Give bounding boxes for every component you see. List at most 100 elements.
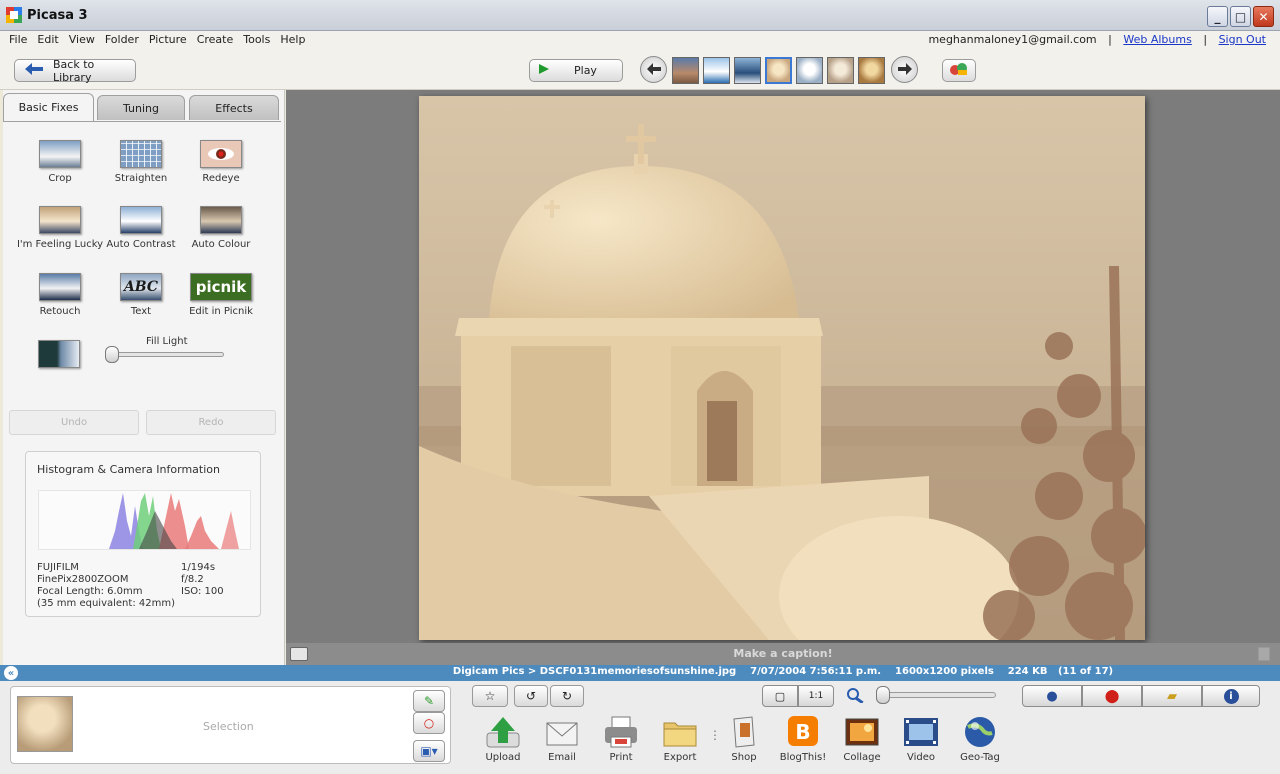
geo-tag-label: Geo-Tag (960, 752, 1000, 763)
fit-icon: ▢ (774, 689, 786, 703)
next-image-button[interactable] (891, 56, 918, 83)
auto-colour-icon (200, 206, 242, 234)
menu-folder[interactable]: Folder (100, 33, 144, 46)
menu-file[interactable]: File (4, 33, 32, 46)
undo-button[interactable]: Undo (9, 410, 139, 435)
retouch-tool[interactable]: Retouch (19, 273, 101, 329)
photo-viewer (286, 90, 1280, 643)
zoom-slider-handle[interactable] (876, 686, 890, 704)
menu-view[interactable]: View (64, 33, 100, 46)
rotate-right-button[interactable]: ↻ (550, 685, 584, 707)
straighten-tool[interactable]: Straighten (100, 140, 182, 196)
fit-button[interactable]: ▢ (762, 685, 798, 707)
tab-tuning[interactable]: Tuning (97, 95, 185, 120)
actual-size-button[interactable]: 1:1 (798, 685, 834, 707)
places-button[interactable]: ⬤ (1082, 685, 1142, 707)
redeye-tool[interactable]: Redeye (180, 140, 262, 196)
add-to-album-button[interactable]: ▣▾ (413, 740, 445, 762)
web-albums-link[interactable]: Web Albums (1123, 33, 1191, 46)
menu-picture[interactable]: Picture (144, 33, 192, 46)
print-label: Print (609, 752, 633, 763)
video-label: Video (906, 752, 936, 763)
previous-image-button[interactable] (640, 56, 667, 83)
left-arrow-icon (25, 63, 43, 78)
tab-basic-fixes[interactable]: Basic Fixes (3, 93, 94, 121)
menu-create[interactable]: Create (192, 33, 239, 46)
rotate-left-button[interactable]: ↺ (514, 685, 548, 707)
back-to-library-button[interactable]: Back to Library (14, 58, 136, 84)
blogthis-label: BlogThis! (779, 752, 827, 763)
people-button[interactable]: ● (1022, 685, 1082, 707)
auto-contrast-tool[interactable]: Auto Contrast (100, 206, 182, 262)
selection-thumbnail[interactable] (17, 696, 73, 752)
zoom-slider[interactable] (876, 692, 996, 698)
export-action[interactable]: Export (653, 715, 707, 763)
filmstrip-thumbnail[interactable] (827, 57, 854, 84)
selection-label: Selection (203, 720, 254, 733)
export-label: Export (663, 752, 697, 763)
blogthis-action[interactable]: B BlogThis! (776, 715, 830, 763)
caption-input[interactable]: Make a caption! (286, 647, 1280, 660)
tab-effects[interactable]: Effects (189, 95, 279, 120)
clear-selection-button[interactable]: ○ (413, 712, 445, 734)
blogger-icon: B (785, 715, 821, 749)
star-icon: ☆ (484, 689, 496, 703)
left-arrow-icon (646, 61, 661, 79)
title-bar: Picasa 3 _ □ ✕ (0, 0, 1280, 31)
fill-light-slider[interactable] (106, 352, 224, 357)
globe-icon (962, 715, 998, 749)
fill-light-label: Fill Light (146, 336, 188, 347)
rotate-left-icon: ↺ (525, 689, 537, 703)
picasa-logo-icon (6, 7, 22, 23)
print-action[interactable]: Print (594, 715, 648, 763)
properties-button[interactable]: i (1202, 685, 1260, 707)
feeling-lucky-tool[interactable]: I'm Feeling Lucky (17, 206, 103, 262)
selection-tray: Selection ✎ ○ ▣▾ (10, 686, 451, 764)
play-button[interactable]: Play (529, 59, 623, 82)
pin-icon: ✎ (423, 694, 435, 708)
text-tool[interactable]: ABC Text (100, 273, 182, 329)
filmstrip-thumbnail[interactable] (796, 57, 823, 84)
video-action[interactable]: Video (894, 715, 948, 763)
collage-label: Collage (843, 752, 881, 763)
minimize-button[interactable]: _ (1207, 6, 1228, 27)
hold-pin-button[interactable]: ✎ (413, 690, 445, 712)
filmstrip-thumbnail[interactable] (672, 57, 699, 84)
collapse-icon[interactable]: « (4, 666, 18, 680)
trash-icon[interactable] (1258, 647, 1270, 661)
histogram-title: Histogram & Camera Information (37, 463, 220, 476)
crop-tool[interactable]: Crop (19, 140, 101, 196)
photo-church-dome[interactable] (419, 96, 1145, 640)
shop-action[interactable]: Shop (717, 715, 771, 763)
menu-tools[interactable]: Tools (238, 33, 275, 46)
maximize-button[interactable]: □ (1230, 6, 1251, 27)
upload-action[interactable]: Upload (476, 715, 530, 763)
fill-light-icon (38, 340, 80, 368)
auto-colour-tool[interactable]: Auto Colour (180, 206, 262, 262)
shop-icon (726, 715, 762, 749)
email-action[interactable]: Email (535, 715, 589, 763)
account-email: meghanmaloney1@gmail.com (928, 33, 1097, 46)
menu-bar: File Edit View Folder Picture Create Too… (0, 31, 1280, 50)
web-upload-button[interactable] (942, 59, 976, 82)
close-button[interactable]: ✕ (1253, 6, 1274, 27)
edit-in-picnik-tool[interactable]: picnik Edit in Picnik (180, 273, 262, 329)
picnik-icon: picnik (190, 273, 252, 301)
web-upload-icon (949, 62, 969, 79)
filmstrip-thumbnail[interactable] (703, 57, 730, 84)
menu-help[interactable]: Help (275, 33, 310, 46)
menu-edit[interactable]: Edit (32, 33, 63, 46)
geo-tag-action[interactable]: Geo-Tag (953, 715, 1007, 763)
fill-light-slider-handle[interactable] (105, 346, 119, 363)
toolbar: Back to Library Play (0, 50, 1280, 90)
caption-bar: Make a caption! (286, 643, 1280, 665)
filmstrip-thumbnail-selected[interactable] (765, 57, 792, 84)
filmstrip-thumbnail[interactable] (858, 57, 885, 84)
redo-button[interactable]: Redo (146, 410, 276, 435)
sign-out-link[interactable]: Sign Out (1219, 33, 1266, 46)
album-icon: ▣▾ (420, 744, 438, 758)
filmstrip-thumbnail[interactable] (734, 57, 761, 84)
tags-button[interactable]: ▰ (1142, 685, 1202, 707)
collage-action[interactable]: Collage (835, 715, 889, 763)
star-button[interactable]: ☆ (472, 685, 508, 707)
